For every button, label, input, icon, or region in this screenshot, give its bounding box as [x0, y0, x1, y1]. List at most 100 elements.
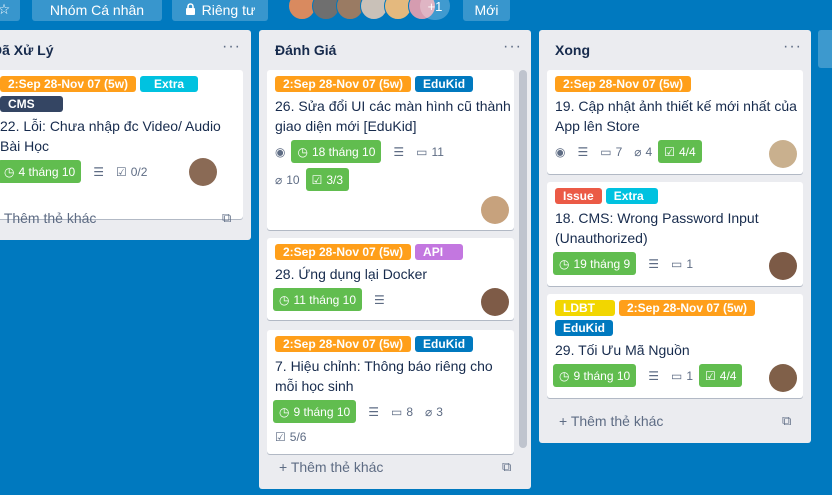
card-title: 18. CMS: Wrong Password Input (Unauthori…	[555, 208, 759, 248]
member-avatar[interactable]	[769, 364, 797, 392]
card-label[interactable]: API	[415, 244, 464, 260]
clock-icon: ◷	[559, 256, 570, 271]
due-date-badge[interactable]: ◷ 4 tháng 10	[0, 160, 82, 183]
card-title-line: 22. Lỗi: Chưa nhập đc Video/ Audio	[0, 118, 221, 134]
due-date-badge[interactable]: ◷ 9 tháng 10	[553, 364, 637, 387]
card-title-line: mỗi học sinh	[275, 378, 354, 394]
list-title[interactable]: Đã Xử Lý	[0, 42, 54, 58]
star-button[interactable]: ☆	[0, 0, 20, 21]
member-avatar[interactable]	[481, 288, 509, 316]
list-title[interactable]: Đánh Giá	[275, 42, 336, 58]
member-avatar[interactable]	[481, 196, 509, 224]
list-menu-button[interactable]: ···	[222, 38, 241, 56]
card-label[interactable]: Issue	[555, 188, 602, 204]
card[interactable]: 2:Sep 28-Nov 07 (5w) Extra CMS 22. Lỗi: …	[0, 70, 243, 219]
list-title[interactable]: Xong	[555, 42, 590, 58]
card-title-line: App lên Store	[555, 118, 640, 134]
due-date-badge[interactable]: ◷ 11 tháng 10	[273, 288, 362, 311]
comment-icon: ▭	[670, 368, 683, 383]
card-title-line: 26. Sửa đổi UI các màn hình cũ thành	[275, 98, 511, 114]
comments-count: 8	[406, 404, 413, 419]
comment-icon: ▭	[670, 256, 683, 271]
description-icon: ☰	[577, 144, 589, 159]
description-icon: ☰	[374, 292, 385, 307]
card-label[interactable]: 2:Sep 28-Nov 07 (5w)	[0, 76, 137, 92]
card-title-line: 28. Ứng dụng lại Docker	[275, 266, 428, 282]
card[interactable]: 2:Sep 28-Nov 07 (5w) API 28. Ứng dụng lạ…	[267, 238, 514, 320]
due-date-badge[interactable]: ◷ 19 tháng 9	[553, 252, 637, 275]
card-template-icon[interactable]: ⧉	[222, 210, 231, 226]
visibility-button[interactable]: Riêng tư	[172, 0, 268, 21]
card[interactable]: 2:Sep 28-Nov 07 (5w) EduKid 7. Hiệu chỉn…	[267, 330, 514, 454]
checklist-icon: ☑	[705, 368, 716, 383]
due-date-text: 9 tháng 10	[293, 404, 351, 419]
card-title-line: giao diện mới [EduKid]	[275, 118, 417, 134]
card-label[interactable]: Extra	[140, 76, 199, 92]
comments-count: 11	[431, 144, 444, 159]
checklist-count: 4/4	[719, 368, 737, 383]
card-template-icon[interactable]: ⧉	[502, 459, 511, 475]
due-date-badge[interactable]: ◷ 18 tháng 10	[291, 140, 382, 163]
due-date-text: 4 tháng 10	[18, 164, 76, 179]
add-list-button[interactable]	[818, 30, 832, 68]
card-label[interactable]: 2:Sep 28-Nov 07 (5w)	[555, 76, 692, 92]
add-card-button[interactable]: + Thêm thẻ khác	[0, 210, 96, 226]
card[interactable]: 2:Sep 28-Nov 07 (5w) 19. Cập nhật ảnh th…	[547, 70, 803, 174]
attachments-badge: ⌀ 3	[425, 405, 443, 419]
more-members-button[interactable]: +1	[420, 0, 450, 20]
checklist-count: 3/3	[326, 172, 344, 187]
card-label[interactable]: EduKid	[415, 76, 474, 92]
comments-badge: ▭ 7	[600, 145, 622, 159]
add-card-button[interactable]: + Thêm thẻ khác	[559, 413, 663, 429]
watch-icon: ◉	[555, 144, 566, 159]
card-label[interactable]: 2:Sep 28-Nov 07 (5w)	[275, 244, 412, 260]
card-title-line: 18. CMS: Wrong Password Input	[555, 210, 759, 226]
card[interactable]: Issue Extra 18. CMS: Wrong Password Inpu…	[547, 182, 803, 286]
team-label: Nhóm Cá nhân	[49, 1, 145, 18]
due-date-text: 11 tháng 10	[293, 292, 356, 307]
card-label[interactable]: Extra	[605, 188, 658, 204]
card-label[interactable]: EduKid	[415, 336, 474, 352]
description-icon: ☰	[93, 164, 104, 179]
invite-button[interactable]: Mới	[463, 0, 510, 21]
description-icon: ☰	[393, 144, 405, 159]
member-avatar[interactable]	[769, 252, 797, 280]
card-title: 7. Hiệu chỉnh: Thông báo riêng cho mỗi h…	[275, 356, 493, 396]
comments-badge: ▭ 11	[416, 145, 444, 159]
card-label[interactable]: 2:Sep 28-Nov 07 (5w)	[619, 300, 756, 316]
clock-icon: ◷	[279, 404, 290, 419]
comments-badge: ▭ 8	[391, 405, 413, 419]
attachments-count: 4	[645, 144, 653, 159]
card-label[interactable]: LDBT	[555, 300, 615, 316]
checklist-badge: ☑ 5/6	[275, 430, 306, 444]
attachments-badge: ⌀ 10	[275, 173, 300, 187]
add-card-label: + Thêm thẻ khác	[559, 413, 664, 429]
clock-icon: ◷	[4, 164, 15, 179]
card-template-icon[interactable]: ⧉	[782, 413, 791, 429]
due-date-text: 9 tháng 10	[573, 368, 631, 383]
checklist-badge: ☑ 4/4	[699, 364, 743, 387]
card-title: 29. Tối Ưu Mã Nguồn	[555, 340, 690, 360]
add-card-label: + Thêm thẻ khác	[279, 459, 384, 475]
watch-icon: ◉	[275, 144, 286, 159]
list-scrollbar[interactable]	[519, 70, 527, 448]
team-button[interactable]: Nhóm Cá nhân	[32, 0, 162, 21]
card-label[interactable]: 2:Sep 28-Nov 07 (5w)	[275, 336, 412, 352]
list-menu-button[interactable]: ···	[783, 38, 802, 56]
card[interactable]: 2:Sep 28-Nov 07 (5w) EduKid 26. Sửa đổi …	[267, 70, 514, 230]
add-card-button[interactable]: + Thêm thẻ khác	[279, 459, 383, 475]
add-card-label: + Thêm thẻ khác	[0, 210, 97, 226]
member-avatar[interactable]	[189, 158, 217, 186]
card-label[interactable]: 2:Sep 28-Nov 07 (5w)	[275, 76, 412, 92]
due-date-badge[interactable]: ◷ 9 tháng 10	[273, 400, 357, 423]
checklist-count: 0/2	[130, 164, 148, 179]
card-label[interactable]: EduKid	[555, 320, 613, 336]
due-date-text: 19 tháng 9	[573, 256, 631, 271]
more-members-count: +1	[427, 0, 443, 14]
card-label[interactable]: CMS	[0, 96, 63, 112]
member-avatar[interactable]	[769, 140, 797, 168]
checklist-badge: ☑ 0/2	[116, 165, 147, 179]
star-icon: ☆	[0, 1, 11, 17]
list-menu-button[interactable]: ···	[503, 38, 522, 56]
card[interactable]: LDBT 2:Sep 28-Nov 07 (5w) EduKid 29. Tối…	[547, 294, 803, 398]
